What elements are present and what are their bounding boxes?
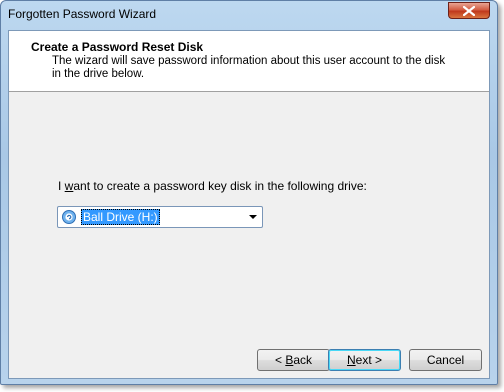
next-suffix: ext >	[355, 353, 383, 367]
back-prefix: <	[274, 353, 286, 367]
prompt-prefix: I	[58, 179, 65, 193]
next-button[interactable]: Next >	[328, 349, 401, 371]
window-title: Forgotten Password Wizard	[8, 7, 157, 21]
page-description: The wizard will save password informatio…	[52, 55, 446, 80]
next-access-key: N	[346, 353, 356, 367]
drive-prompt-label: I want to create a password key disk in …	[58, 179, 367, 193]
back-suffix: ack	[293, 353, 313, 367]
chevron-down-icon[interactable]	[249, 215, 257, 219]
drive-select[interactable]: Ball Drive (H:)	[57, 206, 263, 228]
cd-drive-icon	[62, 210, 76, 224]
drive-select-value: Ball Drive (H:)	[81, 209, 160, 225]
title-bar[interactable]: Forgotten Password Wizard	[1, 1, 497, 28]
page-title: Create a Password Reset Disk	[31, 40, 204, 54]
wizard-content: Create a Password Reset Disk The wizard …	[8, 30, 490, 379]
wizard-window: Forgotten Password Wizard Create a Passw…	[0, 0, 498, 385]
back-button[interactable]: < Back	[257, 349, 330, 371]
close-icon	[463, 6, 475, 16]
wizard-header: Create a Password Reset Disk The wizard …	[9, 31, 489, 92]
close-button[interactable]	[448, 2, 490, 19]
cancel-button[interactable]: Cancel	[409, 349, 482, 371]
prompt-suffix: ant to create a password key disk in the…	[73, 179, 367, 193]
